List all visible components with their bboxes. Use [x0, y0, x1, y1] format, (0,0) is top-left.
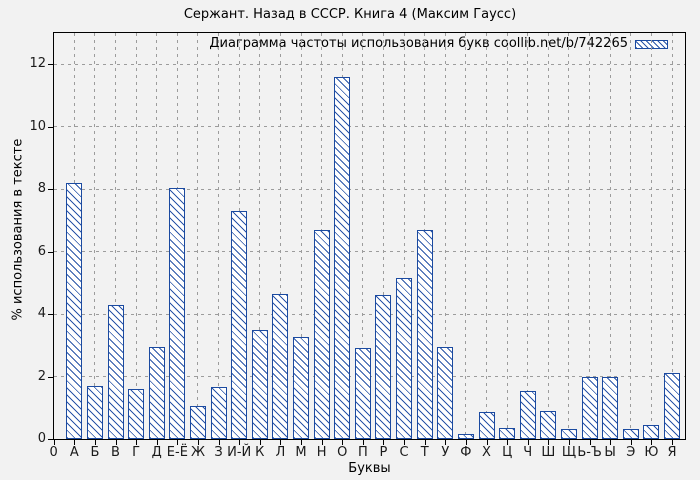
x-tick-label-Д: Д	[151, 445, 162, 460]
bar-Т	[417, 230, 433, 439]
x-tick-label-И-Й: И-Й	[227, 445, 252, 460]
x-tick-label-Ы: Ы	[604, 445, 616, 460]
bar-О	[334, 77, 350, 439]
bar-Ц	[499, 428, 515, 439]
grid-line-y-12	[54, 63, 685, 65]
x-tick-label-Ж: Ж	[190, 445, 205, 460]
bar-Я	[664, 373, 680, 439]
grid-line-x-Ч	[527, 33, 529, 439]
grid-line-x-Щ	[568, 33, 570, 439]
grid-line-x-Ю	[650, 33, 652, 439]
y-tick-label-8: 8	[37, 181, 46, 197]
bar-Н	[314, 230, 330, 439]
y-tick-label-4: 4	[37, 306, 46, 322]
plot-area: Диаграмма частоты использования букв coo…	[53, 32, 686, 440]
y-tick-mark	[48, 127, 53, 128]
bar-Д	[149, 347, 165, 439]
grid-line-x-Ц	[506, 33, 508, 439]
bar-П	[355, 348, 371, 439]
x-tick-label-Э: Э	[626, 445, 636, 460]
y-tick-mark	[48, 252, 53, 253]
bar-Г	[128, 389, 144, 439]
x-tick-label-Ш: Ш	[541, 445, 556, 460]
y-tick-label-2: 2	[37, 368, 46, 384]
bar-Р	[375, 295, 391, 439]
y-tick-mark	[48, 189, 53, 190]
chart-title: Сержант. Назад в СССР. Книга 4 (Максим Г…	[183, 7, 517, 22]
y-axis-label: % использования в тексте	[10, 138, 26, 321]
x-tick-label-Р: Р	[379, 445, 388, 460]
bar-Ы	[602, 377, 618, 439]
x-tick-label-В: В	[111, 445, 120, 460]
grid-line-x-Ж	[197, 33, 199, 439]
bar-И-Й	[231, 211, 247, 439]
x-tick-label-Б: Б	[90, 445, 100, 460]
bar-В	[108, 305, 124, 439]
y-tick-mark	[48, 439, 53, 440]
x-tick-label-А: А	[69, 445, 79, 460]
x-tick-label-О: О	[337, 445, 348, 460]
bar-Ч	[520, 391, 536, 439]
bar-Л	[272, 294, 288, 439]
grid-line-y-10	[54, 126, 685, 128]
x-tick-label-Ь-Ъ: Ь-Ъ	[577, 445, 602, 460]
x-tick-label-У: У	[441, 445, 450, 460]
bar-Б	[87, 386, 103, 439]
grid-line-y-4	[54, 313, 685, 315]
x-tick-label-0: 0	[49, 445, 58, 460]
y-tick-mark	[48, 64, 53, 65]
x-tick-label-Л: Л	[275, 445, 286, 460]
bar-З	[211, 387, 227, 439]
grid-line-x-Б	[94, 33, 96, 439]
grid-line-x-З	[218, 33, 220, 439]
x-tick-label-Ф: Ф	[460, 445, 472, 460]
bar-А	[66, 183, 82, 439]
y-tick-label-10: 10	[29, 118, 46, 134]
x-tick-label-Ч: Ч	[523, 445, 533, 460]
x-tick-label-Н: Н	[316, 445, 327, 460]
bar-Э	[623, 429, 639, 439]
x-tick-label-Х: Х	[482, 445, 491, 460]
y-tick-mark	[48, 314, 53, 315]
letter-frequency-chart: Сержант. Назад в СССР. Книга 4 (Максим Г…	[0, 0, 700, 480]
grid-line-y-6	[54, 251, 685, 253]
bar-Е-Ё	[169, 188, 185, 439]
x-tick-label-Т: Т	[420, 445, 429, 460]
bar-Ф	[458, 434, 474, 439]
x-tick-label-Г: Г	[132, 445, 141, 460]
grid-line-x-Г	[135, 33, 137, 439]
bar-М	[293, 337, 309, 439]
x-tick-label-Ц: Ц	[502, 445, 513, 460]
grid-line-y-8	[54, 188, 685, 190]
bar-Ь-Ъ	[582, 377, 598, 439]
y-tick-label-12: 12	[29, 56, 46, 72]
legend: Диаграмма частоты использования букв coo…	[209, 37, 668, 51]
x-tick-label-С: С	[399, 445, 409, 460]
y-tick-label-0: 0	[37, 431, 46, 446]
bar-К	[252, 330, 268, 439]
x-tick-label-К: К	[255, 445, 265, 460]
bar-С	[396, 278, 412, 439]
bar-Щ	[561, 429, 577, 439]
x-axis-label: Буквы	[348, 461, 391, 476]
x-tick-label-П: П	[357, 445, 368, 460]
grid-line-x-Ш	[547, 33, 549, 439]
y-tick-mark	[48, 377, 53, 378]
bar-Х	[479, 412, 495, 439]
bar-Ж	[190, 406, 206, 439]
legend-label: Диаграмма частоты использования букв coo…	[209, 36, 628, 51]
grid-line-x-Х	[486, 33, 487, 439]
x-tick-label-Я: Я	[667, 445, 677, 460]
x-tick-label-Ю: Ю	[644, 445, 659, 460]
grid-line-x-Ф	[465, 33, 467, 439]
y-tick-label-6: 6	[37, 243, 46, 259]
bar-Ш	[540, 411, 556, 439]
grid-line-x-Э	[630, 33, 632, 439]
x-tick-label-М: М	[295, 445, 307, 460]
x-tick-label-З: З	[214, 445, 223, 460]
x-tick-label-Е-Ё: Е-Ё	[166, 445, 188, 460]
bar-У	[437, 347, 453, 439]
x-tick-label-Щ: Щ	[561, 445, 577, 460]
bar-Ю	[643, 425, 659, 439]
